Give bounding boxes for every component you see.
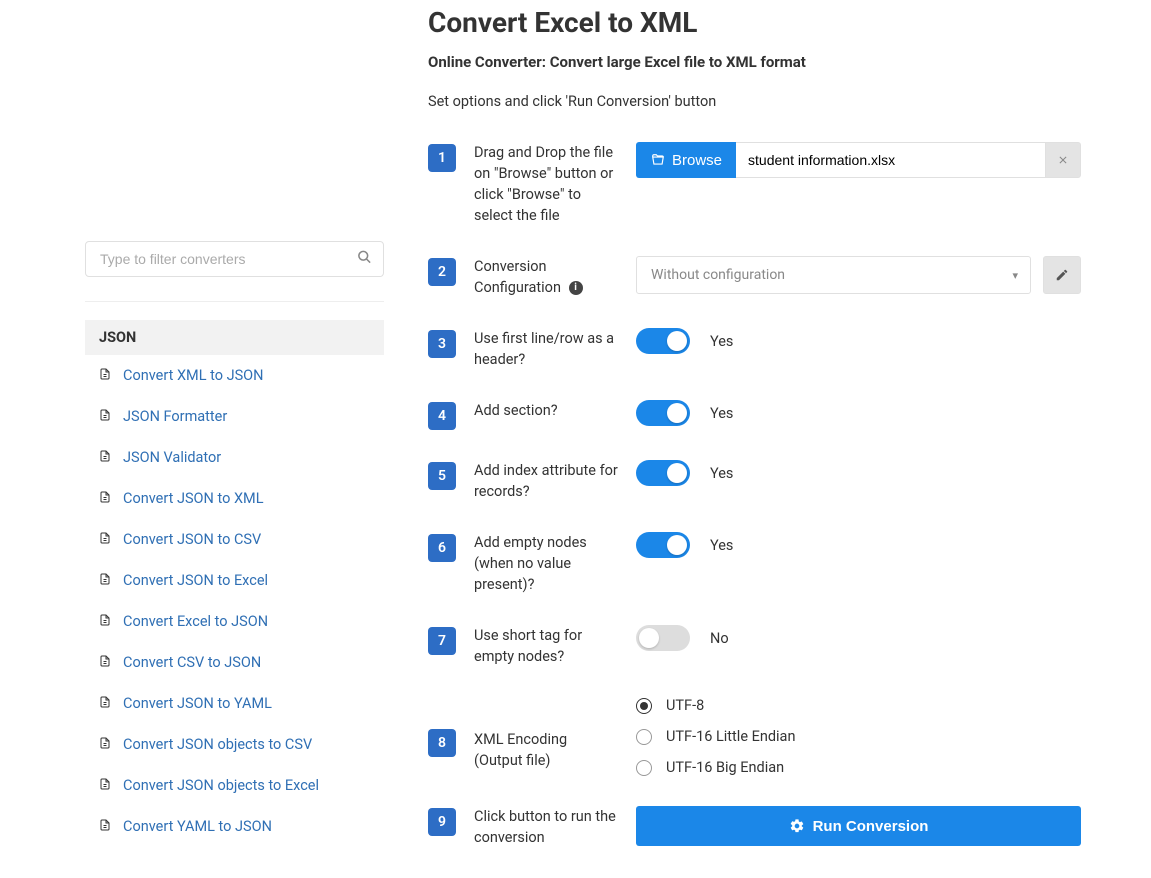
toggle-value: Yes (710, 465, 733, 482)
configuration-select[interactable]: Without configuration ▾ (636, 256, 1031, 294)
sidebar-item-label: Convert JSON to Excel (123, 572, 268, 589)
step-number: 5 (428, 462, 456, 490)
radio-label: UTF-8 (666, 697, 704, 714)
step-number: 8 (428, 729, 456, 757)
sidebar-item-label: JSON Validator (123, 449, 221, 466)
step-label: Drag and Drop the file on "Browse" butto… (456, 142, 636, 226)
info-icon[interactable]: i (569, 281, 583, 295)
browse-button[interactable]: Browse (636, 142, 736, 178)
run-conversion-button[interactable]: Run Conversion (636, 806, 1081, 846)
encoding-radio[interactable]: UTF-16 Big Endian (636, 759, 795, 776)
radio-icon (636, 729, 652, 745)
page-description: Set options and click 'Run Conversion' b… (428, 93, 1081, 110)
sidebar-item-label: Convert XML to JSON (123, 367, 264, 384)
folder-open-icon (650, 153, 666, 167)
edit-configuration-button[interactable] (1043, 256, 1081, 294)
file-icon (99, 776, 113, 795)
sidebar-item-label: Convert JSON to CSV (123, 531, 261, 548)
sidebar-item[interactable]: Convert JSON to CSV (85, 519, 384, 560)
file-icon (99, 530, 113, 549)
file-icon (99, 489, 113, 508)
sidebar-item[interactable]: Convert JSON objects to Excel (85, 765, 384, 806)
filename-input[interactable] (736, 142, 1045, 178)
encoding-radio[interactable]: UTF-8 (636, 697, 795, 714)
toggle-switch[interactable] (636, 460, 690, 486)
step-label: Add section? (456, 400, 636, 421)
step-number: 1 (428, 144, 456, 172)
radio-icon (636, 760, 652, 776)
sidebar-item[interactable]: Convert JSON to YAML (85, 683, 384, 724)
gear-icon (789, 818, 805, 834)
sidebar-item[interactable]: Convert YAML to JSON (85, 806, 384, 847)
sidebar-item[interactable]: Convert CSV to JSON (85, 642, 384, 683)
step-label: Click button to run the conversion (456, 806, 636, 848)
step-label: Add empty nodes (when no value present)? (456, 532, 636, 595)
page-title: Convert Excel to XML (428, 6, 1081, 39)
close-icon (1057, 154, 1069, 166)
file-icon (99, 817, 113, 836)
radio-label: UTF-16 Little Endian (666, 728, 795, 745)
step-label: Use first line/row as a header? (456, 328, 636, 370)
step-number: 3 (428, 330, 456, 358)
chevron-down-icon: ▾ (1012, 269, 1018, 282)
sidebar-item[interactable]: Convert JSON to XML (85, 478, 384, 519)
divider (85, 301, 384, 302)
file-icon (99, 366, 113, 385)
file-icon (99, 448, 113, 467)
toggle-value: Yes (710, 333, 733, 350)
step-label: Conversion Configuration i (456, 256, 636, 298)
sidebar-item[interactable]: Convert JSON objects to CSV (85, 724, 384, 765)
file-icon (99, 407, 113, 426)
pencil-icon (1055, 268, 1069, 282)
page-subtitle: Online Converter: Convert large Excel fi… (428, 53, 1081, 71)
sidebar-item-label: Convert JSON to XML (123, 490, 264, 507)
select-value: Without configuration (651, 267, 785, 283)
toggle-switch[interactable] (636, 625, 690, 651)
sidebar-item-label: Convert JSON to YAML (123, 695, 272, 712)
sidebar-item[interactable]: Convert JSON to Excel (85, 560, 384, 601)
sidebar-item-label: Convert YAML to JSON (123, 818, 272, 835)
step-number: 9 (428, 808, 456, 836)
step-number: 4 (428, 402, 456, 430)
sidebar-item-label: Convert JSON objects to CSV (123, 736, 312, 753)
toggle-switch[interactable] (636, 328, 690, 354)
sidebar-group-json: JSON (85, 320, 384, 355)
step-number: 2 (428, 258, 456, 286)
encoding-radio[interactable]: UTF-16 Little Endian (636, 728, 795, 745)
sidebar-item-label: Convert Excel to JSON (123, 613, 268, 630)
sidebar-item-label: JSON Formatter (123, 408, 227, 425)
file-icon (99, 694, 113, 713)
browse-button-label: Browse (672, 152, 722, 169)
step-number: 7 (428, 627, 456, 655)
sidebar-item[interactable]: JSON Validator (85, 437, 384, 478)
clear-file-button[interactable] (1045, 142, 1081, 178)
step-label: Add index attribute for records? (456, 460, 636, 502)
search-icon (357, 250, 372, 269)
run-conversion-label: Run Conversion (813, 818, 929, 835)
sidebar-item-label: Convert JSON objects to Excel (123, 777, 319, 794)
sidebar: JSON Convert XML to JSON JSON Formatter JS… (0, 0, 398, 878)
toggle-switch[interactable] (636, 532, 690, 558)
file-icon (99, 653, 113, 672)
step-label: Use short tag for empty nodes? (456, 625, 636, 667)
sidebar-item-label: Convert CSV to JSON (123, 654, 261, 671)
step-number: 6 (428, 534, 456, 562)
file-icon (99, 612, 113, 631)
sidebar-item[interactable]: Convert Excel to JSON (85, 601, 384, 642)
sidebar-item[interactable]: JSON Formatter (85, 396, 384, 437)
radio-label: UTF-16 Big Endian (666, 759, 784, 776)
radio-icon (636, 698, 652, 714)
file-icon (99, 735, 113, 754)
main-content: Convert Excel to XML Online Converter: C… (398, 0, 1151, 878)
filter-converters-input[interactable] (85, 241, 384, 277)
toggle-value: No (710, 630, 729, 647)
toggle-switch[interactable] (636, 400, 690, 426)
file-icon (99, 571, 113, 590)
toggle-value: Yes (710, 537, 733, 554)
sidebar-item[interactable]: Convert XML to JSON (85, 355, 384, 396)
step-label: XML Encoding (Output file) (456, 729, 636, 771)
toggle-value: Yes (710, 405, 733, 422)
